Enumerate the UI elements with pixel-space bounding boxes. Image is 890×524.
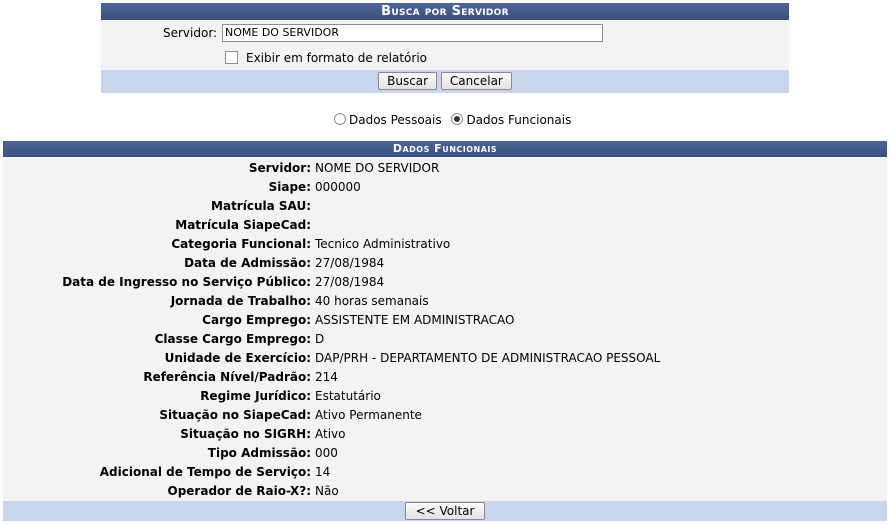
details-panel-body: Servidor: NOME DO SERVIDOR Siape: 000000 Mat… [3, 157, 887, 501]
detail-label: Data de Ingresso no Serviço Público: [62, 275, 311, 289]
detail-value: 40 horas semanais [315, 294, 429, 308]
detail-value: 214 [315, 370, 338, 384]
details-panel-title: Dados Funcionais [3, 141, 887, 157]
detail-label: Tipo Admissão: [207, 446, 311, 460]
detail-label: Categoria Funcional: [171, 237, 311, 251]
detail-label: Regime Jurídico: [200, 389, 311, 403]
detail-row: Jornada de Trabalho: 40 horas semanais [3, 292, 887, 311]
detail-label: Situação no SiapeCad: [159, 408, 311, 422]
search-panel-footer: Buscar Cancelar [101, 70, 789, 93]
detail-row: Regime Jurídico: Estatutário [3, 387, 887, 406]
detail-value: D [315, 332, 325, 346]
detail-row: Situação no SIGRH: Ativo [3, 425, 887, 444]
detail-row: Situação no SiapeCad: Ativo Permanente [3, 406, 887, 425]
detail-value: 000 [315, 446, 338, 460]
detail-row: Servidor: NOME DO SERVIDOR [3, 159, 887, 178]
servidor-input[interactable]: NOME DO SERVIDOR [222, 24, 603, 42]
detail-label: Referência Nível/Padrão: [143, 370, 311, 384]
detail-value: Tecnico Administrativo [315, 237, 451, 251]
detail-label: Cargo Emprego: [202, 313, 311, 327]
detail-row: Referência Nível/Padrão: 214 [3, 368, 887, 387]
detail-label: Situação no SIGRH: [180, 427, 311, 441]
voltar-button[interactable]: << Voltar [404, 502, 486, 520]
detail-row: Siape: 000000 [3, 178, 887, 197]
detail-value: 14 [315, 465, 331, 479]
detail-row: Classe Cargo Emprego: D [3, 330, 887, 349]
detail-value: 000000 [315, 180, 361, 194]
details-list: Servidor: NOME DO SERVIDOR Siape: 000000 Mat… [3, 159, 887, 501]
detail-row: Cargo Emprego: ASSISTENTE EM ADMINISTRACA… [3, 311, 887, 330]
detail-value: DAP/PRH - DEPARTAMENTO DE ADMINISTRACAO … [315, 351, 661, 365]
search-panel: Busca por Servidor Servidor: NOME DO SER… [101, 3, 789, 93]
detail-value: Estatutário [315, 389, 381, 403]
radio-dados-pessoais-label: Dados Pessoais [349, 113, 442, 127]
detail-value: NOME DO SERVIDOR [315, 161, 440, 175]
relatorio-option[interactable]: Exibir em formato de relatório [225, 51, 427, 65]
search-panel-title: Busca por Servidor [101, 3, 789, 20]
detail-value: Ativo [315, 427, 346, 441]
detail-row: Operador de Raio-X?: Não [3, 482, 887, 501]
cancelar-button[interactable]: Cancelar [440, 72, 512, 90]
detail-row: Data de Admissão: 27/08/1984 [3, 254, 887, 273]
relatorio-label: Exibir em formato de relatório [246, 51, 428, 65]
detail-label: Operador de Raio-X?: [167, 484, 312, 498]
radio-dados-funcionais[interactable] [451, 113, 464, 125]
detail-value: 27/08/1984 [315, 256, 385, 270]
detail-row: Matrícula SiapeCad: [3, 216, 887, 235]
detail-label: Matrícula SAU: [211, 199, 311, 213]
detail-label: Classe Cargo Emprego: [154, 332, 311, 346]
radio-option-dados-pessoais[interactable]: Dados Pessoais [334, 113, 442, 127]
details-panel: Dados Funcionais Servidor: NOME DO SERVID… [3, 141, 887, 521]
detail-row: Adicional de Tempo de Serviço: 14 [3, 463, 887, 482]
detail-label: Adicional de Tempo de Serviço: [99, 465, 311, 479]
detail-row: Categoria Funcional: Tecnico Administrati… [3, 235, 887, 254]
detail-label: Jornada de Trabalho: [170, 294, 311, 308]
detail-value: ASSISTENTE EM ADMINISTRACAO [315, 313, 515, 327]
search-panel-body: Servidor: NOME DO SERVIDOR Exibir em for… [101, 20, 789, 70]
details-panel-footer: << Voltar [3, 501, 887, 521]
detail-value: 27/08/1984 [315, 275, 385, 289]
detail-label: Servidor: [248, 161, 311, 175]
view-options: Dados Pessoais Dados Funcionais [334, 113, 571, 127]
detail-row: Unidade de Exercício: DAP/PRH - DEPARTAME… [3, 349, 887, 368]
detail-row: Tipo Admissão: 000 [3, 444, 887, 463]
radio-dados-funcionais-label: Dados Funcionais [466, 113, 572, 127]
detail-label: Unidade de Exercício: [164, 351, 311, 365]
detail-value: Ativo Permanente [315, 408, 422, 422]
radio-option-dados-funcionais[interactable]: Dados Funcionais [451, 113, 571, 127]
detail-label: Data de Admissão: [184, 256, 311, 270]
servidor-label: Servidor: [163, 26, 218, 40]
detail-label: Matrícula SiapeCad: [175, 218, 311, 232]
detail-value: Não [315, 484, 339, 498]
buscar-button[interactable]: Buscar [378, 72, 438, 90]
detail-label: Siape: [268, 180, 311, 194]
relatorio-checkbox[interactable] [225, 51, 238, 64]
detail-row: Matrícula SAU: [3, 197, 887, 216]
radio-dados-pessoais[interactable] [334, 113, 346, 125]
detail-row: Data de Ingresso no Serviço Público: 27/0… [3, 273, 887, 292]
